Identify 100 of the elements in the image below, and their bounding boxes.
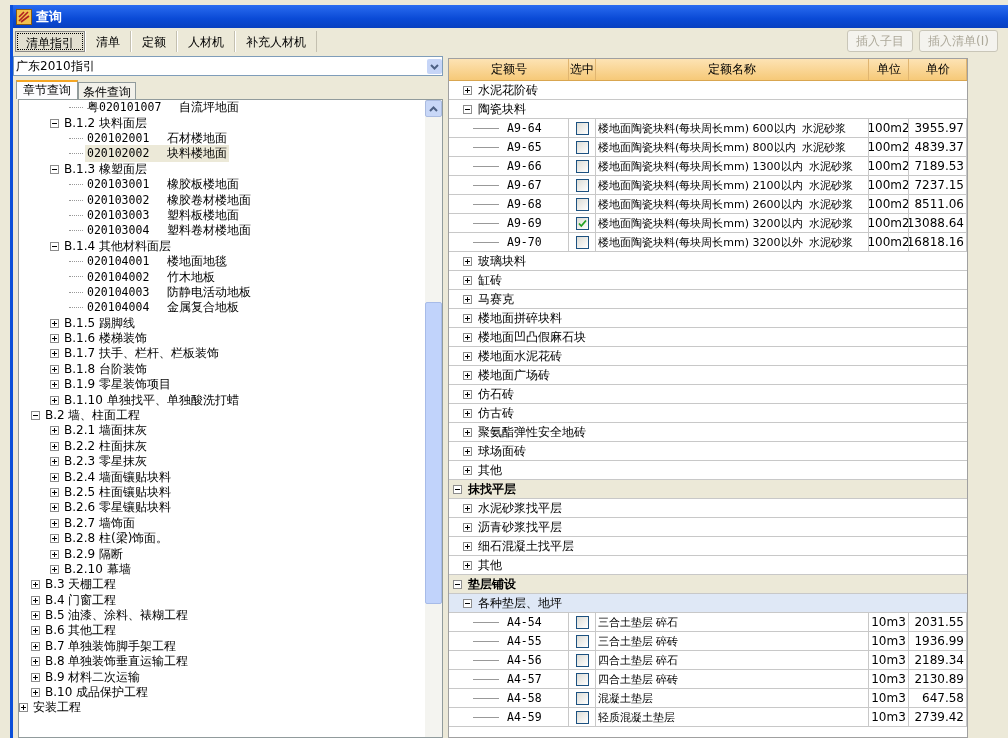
checkbox[interactable]	[575, 615, 589, 629]
tree-item[interactable]: B.8 单独装饰垂直运输工程	[43, 653, 191, 671]
tree-item[interactable]: 020103004 塑料卷材楼地面	[85, 222, 254, 240]
tree-item[interactable]: B.10 成品保护工程	[43, 684, 151, 702]
plus-box-icon[interactable]	[50, 457, 59, 467]
tree-item[interactable]: B.2.7 墙饰面	[62, 514, 137, 532]
tree-item[interactable]: B.3 天棚工程	[43, 576, 119, 594]
group-row[interactable]: 楼地面拼碎块料	[449, 309, 967, 328]
plus-box-icon[interactable]	[463, 522, 472, 532]
tree-item[interactable]: 安装工程	[31, 699, 83, 717]
plus-box-icon[interactable]	[463, 427, 472, 437]
group-row[interactable]: 玻璃块料	[449, 252, 967, 271]
plus-box-icon[interactable]	[31, 611, 40, 621]
tree-item[interactable]: B.2.8 柱(梁)饰面。	[62, 530, 171, 548]
plus-box-icon[interactable]	[31, 626, 40, 636]
tab[interactable]: 清单指引	[15, 30, 85, 52]
plus-box-icon[interactable]	[463, 541, 472, 551]
tree-item[interactable]: B.2.10 幕墙	[62, 560, 133, 578]
tree-item[interactable]: B.1.8 台阶装饰	[62, 360, 149, 378]
group-row[interactable]: 水泥砂浆找平层	[449, 499, 967, 518]
checkbox[interactable]	[575, 672, 589, 686]
tree-item[interactable]: B.6 其他工程	[43, 622, 119, 640]
tree-item[interactable]: B.2.1 墙面抹灰	[62, 422, 149, 440]
plus-box-icon[interactable]	[50, 472, 59, 482]
group-row[interactable]: 楼地面广场砖	[449, 366, 967, 385]
plus-box-icon[interactable]	[50, 503, 59, 513]
checkbox[interactable]	[575, 710, 589, 724]
group-row[interactable]: 沥青砂浆找平层	[449, 518, 967, 537]
tree-item[interactable]: B.1.4 其他材料面层	[62, 237, 173, 255]
checkbox[interactable]	[575, 235, 589, 249]
group-row[interactable]: 陶瓷块料	[449, 100, 967, 119]
tree-item[interactable]: B.2.9 隔断	[62, 545, 125, 563]
plus-box-icon[interactable]	[31, 672, 40, 682]
plus-box-icon[interactable]	[31, 688, 40, 698]
checkbox[interactable]	[575, 178, 589, 192]
tree-item[interactable]: B.2.4 墙面镶贴块料	[62, 468, 173, 486]
group-row[interactable]: 水泥花阶砖	[449, 81, 967, 100]
tree-item[interactable]: B.1.3 橡塑面层	[62, 160, 149, 178]
tree-item[interactable]: B.2 墙、柱面工程	[43, 407, 143, 424]
tree-item[interactable]: 020103003 塑料板楼地面	[85, 206, 242, 224]
group-row[interactable]: 仿古砖	[449, 404, 967, 423]
plus-box-icon[interactable]	[463, 332, 472, 342]
checkbox[interactable]	[575, 634, 589, 648]
tab[interactable]: 定额	[131, 30, 177, 52]
checkbox[interactable]	[575, 140, 589, 154]
plus-box-icon[interactable]	[19, 703, 28, 713]
plus-box-icon[interactable]	[50, 441, 59, 451]
scrollbar[interactable]	[425, 100, 442, 737]
minus-box-icon[interactable]	[50, 241, 59, 251]
tree-item[interactable]: 020102002 块料楼地面	[85, 145, 230, 163]
tree-item[interactable]: 粤020101007 自流坪地面	[85, 100, 242, 117]
plus-box-icon[interactable]	[50, 395, 59, 405]
plus-box-icon[interactable]	[50, 426, 59, 436]
plus-box-icon[interactable]	[50, 564, 59, 574]
tree-item[interactable]: 020103001 橡胶板楼地面	[85, 176, 242, 194]
checkbox[interactable]	[575, 653, 589, 667]
plus-box-icon[interactable]	[50, 364, 59, 374]
tree-item[interactable]: B.2.6 零星镶贴块料	[62, 499, 173, 517]
plus-box-icon[interactable]	[50, 518, 59, 528]
tree-item[interactable]: B.9 材料二次运输	[43, 668, 143, 686]
plus-box-icon[interactable]	[50, 549, 59, 559]
plus-box-icon[interactable]	[50, 334, 59, 344]
tree-item[interactable]: B.1.6 楼梯装饰	[62, 330, 149, 348]
minus-box-icon[interactable]	[31, 411, 40, 420]
tree-item[interactable]: B.7 单独装饰脚手架工程	[43, 637, 179, 655]
plus-box-icon[interactable]	[463, 275, 472, 285]
plus-box-icon[interactable]	[50, 487, 59, 497]
tree-item[interactable]: B.1.9 零星装饰项目	[62, 376, 173, 394]
section-row[interactable]: 垫层铺设	[449, 575, 967, 594]
tree-item[interactable]: B.1.10 单独找平、单独酸洗打蜡	[62, 391, 241, 409]
checkbox[interactable]	[575, 216, 589, 230]
plus-box-icon[interactable]	[463, 256, 472, 266]
tab[interactable]: 条件查询	[78, 82, 136, 99]
minus-box-icon[interactable]	[50, 164, 59, 174]
minus-box-icon[interactable]	[463, 598, 472, 608]
plus-box-icon[interactable]	[31, 657, 40, 667]
plus-box-icon[interactable]	[50, 318, 59, 328]
plus-box-icon[interactable]	[463, 560, 472, 570]
minus-box-icon[interactable]	[453, 579, 462, 589]
tab[interactable]: 补充人材机	[235, 30, 317, 52]
plus-box-icon[interactable]	[50, 534, 59, 544]
checkbox[interactable]	[575, 121, 589, 135]
plus-box-icon[interactable]	[463, 85, 472, 95]
checkbox[interactable]	[575, 691, 589, 705]
tab[interactable]: 章节查询	[16, 80, 78, 99]
scroll-thumb[interactable]	[425, 302, 442, 604]
tree-item[interactable]: B.2.2 柱面抹灰	[62, 437, 149, 455]
tree-item[interactable]: 020103002 橡胶卷材楼地面	[85, 191, 254, 209]
tab[interactable]: 人材机	[177, 30, 235, 52]
checkbox[interactable]	[575, 159, 589, 173]
plus-box-icon[interactable]	[50, 380, 59, 390]
group-row[interactable]: 聚氨酯弹性安全地砖	[449, 423, 967, 442]
plus-box-icon[interactable]	[463, 446, 472, 456]
tree-item[interactable]: B.2.3 零星抹灰	[62, 453, 149, 471]
minus-box-icon[interactable]	[453, 484, 462, 494]
checkbox[interactable]	[575, 197, 589, 211]
plus-box-icon[interactable]	[31, 580, 40, 590]
group-row[interactable]: 楼地面凹凸假麻石块	[449, 328, 967, 347]
group-row[interactable]: 仿石砖	[449, 385, 967, 404]
tree-item[interactable]: 020104004 金属复合地板	[85, 299, 242, 317]
